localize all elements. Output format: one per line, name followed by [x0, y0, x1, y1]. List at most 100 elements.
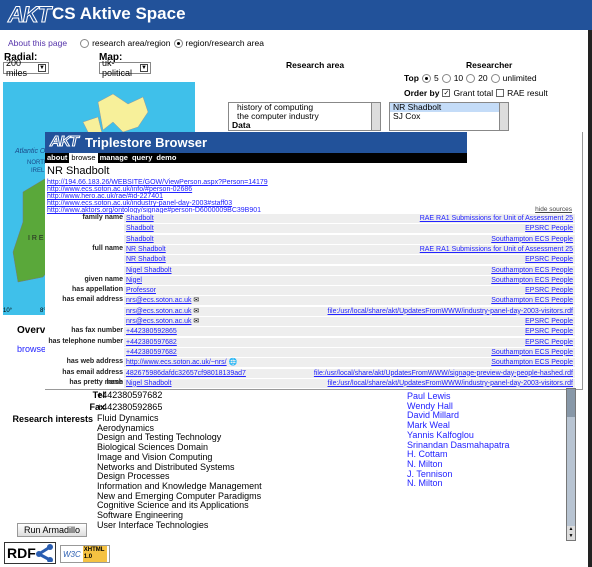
top-radio-10[interactable]	[441, 73, 451, 83]
hide-sources-link[interactable]: hide sources	[535, 206, 572, 213]
rdf-graph-icon	[35, 544, 53, 562]
property-value-link[interactable]: nrs@ecs.soton.ac.uk	[126, 308, 191, 315]
mode-radio-area-region[interactable]	[80, 38, 90, 48]
list-item[interactable]: Data	[229, 121, 380, 130]
run-armadillo-button[interactable]: Run Armadillo	[17, 523, 88, 537]
property-value-cell: 482675986dafdc32657cf98018139ad7 file:/u…	[124, 367, 575, 378]
mail-icon[interactable]: ✉	[193, 297, 199, 304]
property-value-link[interactable]: NR Shadbolt	[126, 246, 166, 253]
property-value-cell: +442380592865 EPSRC People	[124, 326, 575, 337]
web-icon[interactable]: 🌐	[229, 359, 238, 366]
scroll-arrows-icon[interactable]: ▲ ▼	[567, 526, 575, 540]
table-row: NR Shadbolt EPSRC People	[45, 254, 582, 265]
about-link[interactable]: About this page	[8, 38, 67, 48]
mode-label: research area/region	[92, 38, 171, 48]
property-value-link[interactable]: Shadbolt	[126, 215, 154, 222]
property-value-link[interactable]: +442380597682	[126, 349, 177, 356]
top-radio-20[interactable]	[466, 73, 476, 83]
property-value-link[interactable]: +442380597682	[126, 339, 177, 346]
triplestore-header: AKT Triplestore Browser	[45, 132, 467, 153]
property-label: given name	[84, 275, 123, 283]
mail-icon[interactable]: ✉	[193, 318, 199, 325]
property-value-cell: nrs@ecs.soton.ac.uk ✉ EPSRC People	[124, 316, 575, 326]
top-option-label: 5	[433, 73, 439, 83]
radial-select[interactable]: 200 miles ▼	[3, 58, 49, 78]
rae-result-checkbox[interactable]	[496, 89, 505, 97]
mode-bar: About this page research area/region reg…	[8, 38, 264, 48]
top-option-label: 10	[453, 73, 464, 83]
property-value-link[interactable]: nrs@ecs.soton.ac.uk	[126, 318, 191, 325]
property-value-link[interactable]: 482675986dafdc32657cf98018139ad7	[126, 370, 246, 377]
top-options: Top 5 10 20 unlimited	[404, 73, 537, 83]
property-value-link[interactable]: NR Shadbolt	[126, 256, 166, 263]
app-title: CS Aktive Space	[52, 4, 186, 23]
map-select[interactable]: uk-political ▼	[99, 58, 151, 78]
list-item[interactable]: the computer industry	[229, 112, 380, 121]
triplestore-title: Triplestore Browser	[85, 135, 208, 150]
table-row: has telephone number +442380597682 EPSRC…	[45, 336, 582, 347]
rdf-badge[interactable]: RDF	[4, 542, 56, 564]
top-label: Top	[404, 73, 419, 83]
property-value-link[interactable]: Nigel	[126, 277, 142, 284]
property-value-cell: NR Shadbolt RAE RA1 Submissions for Unit…	[124, 243, 575, 254]
url-link[interactable]: http://194.66.183.26/WEBSITE/GOW/ViewPer…	[47, 179, 268, 186]
researcher-list[interactable]: NR Shadbolt SJ Cox	[389, 102, 509, 131]
property-value-link[interactable]: Nigel Shadbolt	[126, 267, 172, 274]
order-label: Order by	[404, 88, 440, 98]
mail-icon[interactable]: ✉	[193, 308, 199, 315]
nav-query[interactable]: query	[130, 153, 154, 163]
nav-browse[interactable]: browse	[69, 153, 98, 163]
table-row: has fax number +442380592865 EPSRC Peopl…	[45, 326, 582, 337]
order-options: Order by ✓ Grant total RAE result	[404, 88, 548, 98]
property-value-link[interactable]: Nigel Shadbolt	[126, 380, 172, 387]
research-interests-label: Research interests	[12, 414, 93, 424]
url-link[interactable]: http://www.ecs.soton.ac.uk/industry-pane…	[47, 200, 232, 207]
property-value-link[interactable]: +442380592865	[126, 328, 177, 335]
triplestore-window: AKT Triplestore Browser about browse man…	[45, 132, 583, 390]
nav-manage[interactable]: manage	[98, 153, 130, 163]
w3c-xhtml-badge[interactable]: W3C XHTML 1.0	[60, 545, 110, 563]
property-label: has telephone number	[48, 337, 123, 345]
research-area-heading: Research area	[286, 60, 345, 70]
research-area-list[interactable]: history of computing the computer indust…	[228, 102, 381, 131]
scrollbar-thumb[interactable]	[567, 389, 575, 417]
person-link[interactable]: N. Milton	[407, 479, 510, 489]
person-title: NR Shadbolt	[47, 165, 110, 177]
property-value-link[interactable]: Shadbolt	[126, 236, 154, 243]
url-link[interactable]: http://www.hero.ac.uk/rae/#id-227401	[47, 193, 163, 200]
chevron-down-icon: ▼	[38, 64, 46, 72]
scrollbar[interactable]	[499, 103, 508, 130]
property-value-cell: +442380597682 EPSRC People	[124, 336, 575, 347]
property-label: has email address	[62, 296, 123, 304]
overview-heading: Overvi	[17, 325, 49, 336]
map-label-ireland: I R E	[28, 235, 44, 242]
table-row: has web address http://www.ecs.soton.ac.…	[45, 357, 582, 368]
table-row: Nigel Shadbolt Southampton ECS People	[45, 264, 582, 275]
scrollbar[interactable]: ▲ ▼	[566, 388, 576, 541]
property-value-cell: Shadbolt RAE RA1 Submissions for Unit of…	[124, 213, 575, 223]
app-header: AKT CS Aktive Space	[0, 0, 592, 30]
top-radio-unlimited[interactable]	[490, 73, 500, 83]
list-item[interactable]: SJ Cox	[390, 112, 508, 121]
property-value-link[interactable]: http://www.ecs.soton.ac.uk/~nrs/	[126, 359, 227, 366]
url-link[interactable]: http://www.ecs.soton.ac.uk/info/#person-…	[47, 186, 192, 193]
property-value-link[interactable]: nrs@ecs.soton.ac.uk	[126, 297, 191, 304]
property-value-link[interactable]: Shadbolt	[126, 225, 154, 232]
w3c-text: W3C	[63, 549, 81, 559]
top-radio-5[interactable]	[421, 73, 431, 83]
table-row: Shadbolt Southampton ECS People	[45, 233, 582, 244]
top-option-label: 20	[478, 73, 488, 83]
nav-demo[interactable]: demo	[154, 153, 178, 163]
browse-link[interactable]: browse	[17, 344, 46, 354]
map-value: uk-political	[102, 58, 133, 78]
mode-radio-region-area[interactable]	[173, 38, 183, 48]
property-value-cell: Shadbolt EPSRC People	[124, 223, 575, 234]
grant-total-checkbox[interactable]: ✓	[442, 89, 451, 97]
research-interests-list: Fluid Dynamics Aerodynamics Design and Tes…	[97, 413, 262, 530]
nav-about[interactable]: about	[45, 153, 69, 163]
window-edge	[588, 30, 592, 567]
scrollbar[interactable]	[371, 103, 380, 130]
property-value-link[interactable]: Professor	[126, 287, 156, 294]
fax-value: +442380592865	[97, 402, 163, 412]
tel-value: +442380597682	[97, 390, 163, 400]
